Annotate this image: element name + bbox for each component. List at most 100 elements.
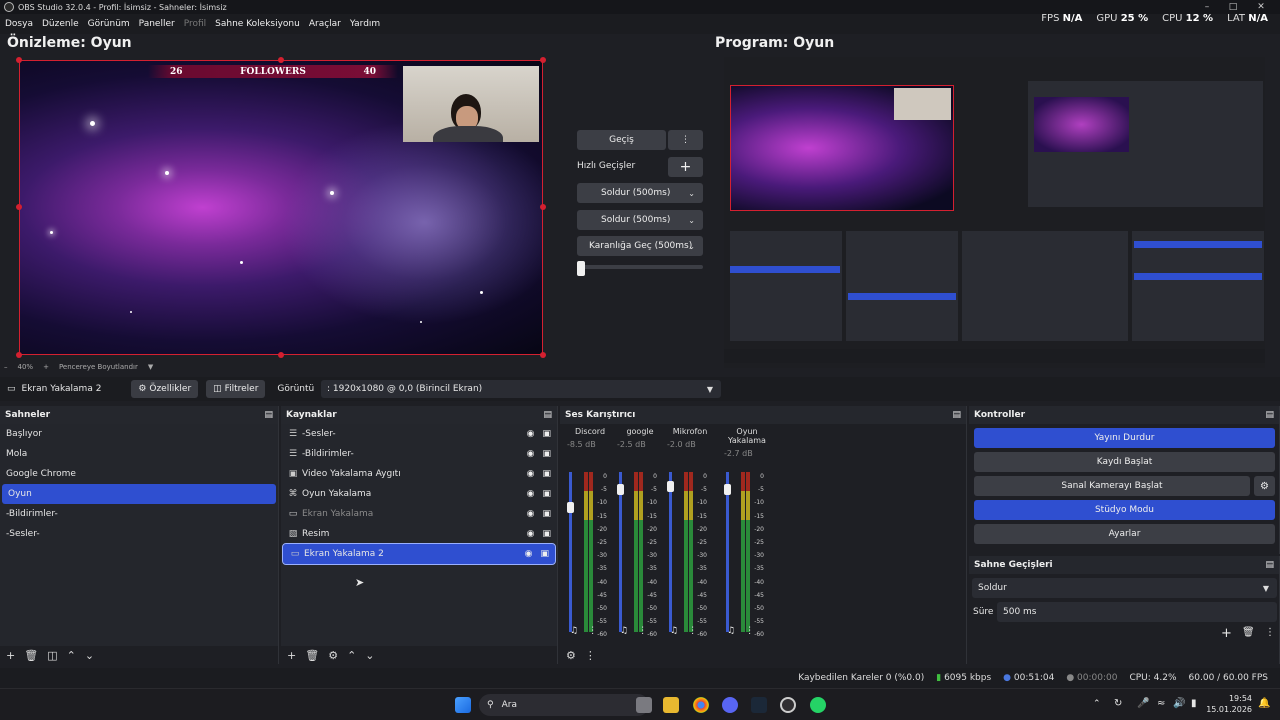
menu-edit[interactable]: Düzenle <box>42 19 79 29</box>
menu-view[interactable]: Görünüm <box>88 19 130 29</box>
lock-icon[interactable]: ▣ <box>542 429 551 439</box>
lock-icon[interactable]: ▣ <box>540 549 549 559</box>
volume-fader[interactable] <box>619 472 622 632</box>
undock-icon[interactable]: ▤ <box>1265 560 1274 570</box>
fader-knob[interactable] <box>724 484 731 495</box>
resize-handle[interactable] <box>540 352 546 358</box>
resize-handle[interactable] <box>16 57 22 63</box>
resize-handle[interactable] <box>540 204 546 210</box>
transition-type-select[interactable]: Soldur ▼ <box>972 578 1277 598</box>
resize-handle[interactable] <box>278 352 284 358</box>
source-item[interactable]: ⌘ Oyun Yakalama ◉ ▣ <box>281 484 557 504</box>
notification-icon[interactable]: 🔔 <box>1258 698 1270 709</box>
speaker-icon[interactable]: ♫ <box>570 626 578 636</box>
lock-icon[interactable]: ▣ <box>542 489 551 499</box>
eye-off-icon[interactable]: ◉ <box>527 509 535 519</box>
tbar-handle[interactable] <box>577 261 585 276</box>
speaker-icon[interactable]: ♫ <box>727 626 735 636</box>
lock-icon[interactable]: ▣ <box>542 529 551 539</box>
source-item[interactable]: ▭ Ekran Yakalama ◉ ▣ <box>281 504 557 524</box>
start-recording-button[interactable]: Kaydı Başlat <box>974 452 1275 472</box>
quick-transition-2[interactable]: Soldur (500ms) ⌄ <box>577 210 703 230</box>
fader-knob[interactable] <box>667 481 674 492</box>
display-select[interactable]: : 1920x1080 @ 0,0 (Birincil Ekran) ▼ <box>321 380 721 398</box>
resize-handle[interactable] <box>540 57 546 63</box>
resize-handle[interactable] <box>16 204 22 210</box>
scene-item[interactable]: Google Chrome <box>0 464 278 484</box>
add-scene-icon[interactable]: + <box>6 649 15 662</box>
quick-transition-3[interactable]: Karanlığa Geç (500ms) ⌄ <box>577 236 703 256</box>
trash-icon[interactable]: 🗑 <box>1242 627 1255 638</box>
wifi-icon[interactable]: ≈ <box>1157 698 1165 709</box>
stop-streaming-button[interactable]: Yayını Durdur <box>974 428 1275 448</box>
eye-icon[interactable]: ◉ <box>527 469 535 479</box>
eye-icon[interactable]: ◉ <box>527 529 535 539</box>
filters-button[interactable]: ◫ Filtreler <box>206 380 266 398</box>
lock-icon[interactable]: ▣ <box>542 509 551 519</box>
eye-icon[interactable]: ◉ <box>527 489 535 499</box>
eye-icon[interactable]: ◉ <box>527 429 535 439</box>
fader-knob[interactable] <box>617 484 624 495</box>
file-explorer-icon[interactable] <box>663 697 679 713</box>
volume-fader[interactable] <box>669 472 672 632</box>
volume-fader[interactable] <box>569 472 572 632</box>
more-vertical-icon[interactable]: ⋮ <box>1265 627 1275 638</box>
eye-icon[interactable]: ◉ <box>525 549 533 559</box>
more-vertical-icon[interactable]: ⋮ <box>588 626 597 636</box>
taskbar-search[interactable]: ⚲ Ara <box>479 694 649 716</box>
gear-icon[interactable]: ⚙ <box>1254 476 1275 496</box>
tray-chevron-icon[interactable]: ⌃ <box>1093 699 1101 709</box>
quick-transition-1[interactable]: Soldur (500ms) ⌄ <box>577 183 703 203</box>
gear-icon[interactable]: ⚙ <box>328 649 338 662</box>
menu-docks[interactable]: Paneller <box>139 19 175 29</box>
speaker-icon[interactable]: ♫ <box>670 626 678 636</box>
fit-window-label[interactable]: Pencereye Boyutlandır <box>59 363 138 371</box>
resize-handle[interactable] <box>16 352 22 358</box>
minimize-icon[interactable]: – <box>1196 0 1218 14</box>
microphone-icon[interactable]: 🎤 <box>1137 698 1149 709</box>
source-item[interactable]: ▭ Ekran Yakalama 2 ◉ ▣ <box>282 543 556 565</box>
battery-icon[interactable]: ▮ <box>1191 698 1197 709</box>
move-down-icon[interactable]: ⌄ <box>365 649 374 662</box>
trash-icon[interactable]: 🗑 <box>305 649 319 662</box>
menu-help[interactable]: Yardım <box>350 19 380 29</box>
more-vertical-icon[interactable]: ⋮ <box>585 649 596 662</box>
maximize-icon[interactable]: □ <box>1222 0 1244 14</box>
studio-mode-button[interactable]: Stüdyo Modu <box>974 500 1275 520</box>
settings-button[interactable]: Ayarlar <box>974 524 1275 544</box>
volume-icon[interactable]: 🔊 <box>1173 698 1185 709</box>
source-item[interactable]: ☰ -Sesler- ◉ ▣ <box>281 424 557 444</box>
source-item[interactable]: ▣ Video Yakalama Aygıtı ◉ ▣ <box>281 464 557 484</box>
transition-button[interactable]: Geçiş <box>577 130 666 150</box>
source-item[interactable]: ☰ -Bildirimler- ◉ ▣ <box>281 444 557 464</box>
lock-icon[interactable]: ▣ <box>542 449 551 459</box>
obs-icon[interactable] <box>780 697 796 713</box>
menu-profile[interactable]: Profil <box>184 19 206 29</box>
resize-handle[interactable] <box>278 57 284 63</box>
source-item[interactable]: ▧ Resim ◉ ▣ <box>281 524 557 544</box>
add-icon[interactable]: + <box>668 157 703 177</box>
advanced-audio-icon[interactable]: ⚙ <box>566 649 576 662</box>
whatsapp-icon[interactable] <box>810 697 826 713</box>
undock-icon[interactable]: ▤ <box>1265 410 1274 420</box>
add-source-icon[interactable]: + <box>287 649 296 662</box>
scene-item[interactable]: Mola <box>0 444 278 464</box>
preview-canvas[interactable]: 26 FOLLOWERS 40 <box>19 60 543 355</box>
chrome-icon[interactable] <box>693 697 709 713</box>
zoom-out-icon[interactable]: – <box>4 363 8 371</box>
menu-file[interactable]: Dosya <box>5 19 33 29</box>
start-virtual-camera-button[interactable]: Sanal Kamerayı Başlat <box>974 476 1250 496</box>
speaker-icon[interactable]: ♫ <box>620 626 628 636</box>
move-down-icon[interactable]: ⌄ <box>85 649 94 662</box>
task-view-icon[interactable] <box>636 697 652 713</box>
discord-icon[interactable] <box>722 697 738 713</box>
move-up-icon[interactable]: ⌃ <box>347 649 356 662</box>
eye-icon[interactable]: ◉ <box>527 449 535 459</box>
clock[interactable]: 19:54 15.01.2026 <box>1206 693 1252 715</box>
undock-icon[interactable]: ▤ <box>264 410 273 420</box>
lock-icon[interactable]: ▣ <box>542 469 551 479</box>
more-vertical-icon[interactable]: ⋮ <box>688 626 697 636</box>
menu-tools[interactable]: Araçlar <box>309 19 341 29</box>
move-up-icon[interactable]: ⌃ <box>67 649 76 662</box>
zoom-in-icon[interactable]: + <box>43 363 49 371</box>
